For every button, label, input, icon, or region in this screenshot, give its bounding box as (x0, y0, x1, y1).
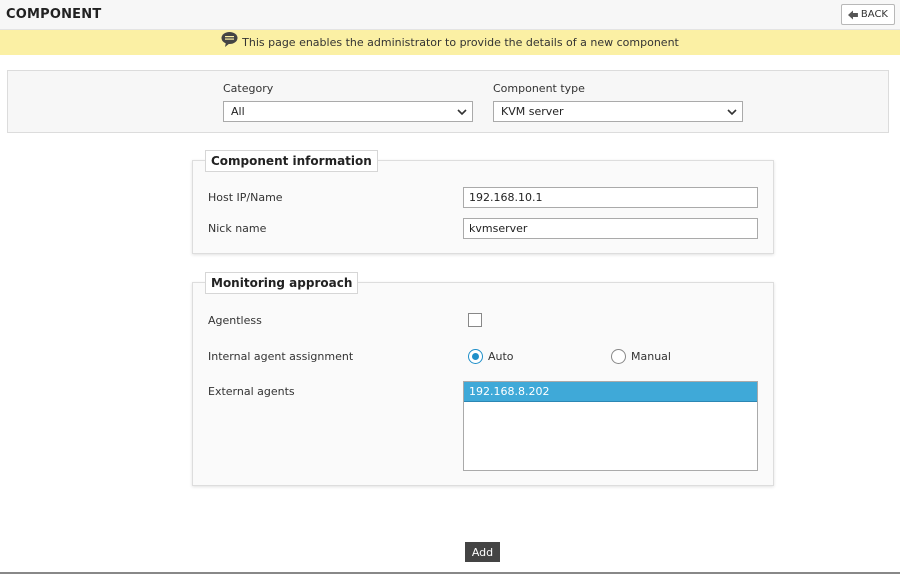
radio-manual-indicator[interactable] (611, 349, 626, 364)
nick-name-label: Nick name (208, 222, 267, 235)
component-type-label: Component type (493, 82, 585, 95)
radio-manual[interactable]: Manual (611, 349, 671, 364)
radio-auto[interactable]: Auto (468, 349, 514, 364)
agentless-label: Agentless (208, 314, 262, 327)
info-bar: This page enables the administrator to p… (0, 30, 900, 55)
back-button-label: BACK (860, 9, 888, 20)
category-label: Category (223, 82, 274, 95)
info-message: This page enables the administrator to p… (242, 36, 679, 49)
host-ip-label: Host IP/Name (208, 191, 283, 204)
category-selected-value: All (231, 105, 245, 118)
page-title: COMPONENT (6, 7, 102, 22)
list-item[interactable]: 192.168.8.202 (464, 382, 757, 402)
external-agents-label: External agents (208, 385, 295, 398)
component-information-group: Component information Host IP/Name Nick … (192, 150, 774, 254)
radio-manual-label: Manual (631, 350, 671, 363)
radio-auto-label: Auto (488, 350, 514, 363)
back-button[interactable]: BACK (841, 4, 895, 25)
radio-auto-indicator[interactable] (468, 349, 483, 364)
agentless-checkbox[interactable] (468, 313, 482, 327)
speech-bubble-icon (221, 32, 238, 47)
component-type-selected-value: KVM server (501, 105, 564, 118)
host-ip-input[interactable] (463, 187, 758, 208)
monitoring-approach-group: Monitoring approach Agentless Internal a… (192, 272, 774, 486)
page-header: COMPONENT BACK (0, 0, 900, 30)
component-type-select[interactable]: KVM server (493, 101, 743, 122)
internal-agent-assignment-label: Internal agent assignment (208, 350, 354, 363)
nick-name-input[interactable] (463, 218, 758, 239)
chevron-down-icon (727, 109, 737, 116)
monitoring-approach-legend: Monitoring approach (205, 272, 359, 294)
add-button[interactable]: Add (465, 542, 500, 562)
chevron-down-icon (457, 109, 467, 116)
component-information-legend: Component information (205, 150, 378, 172)
filter-panel: Category All Component type KVM server (7, 70, 889, 133)
back-arrow-icon (848, 10, 858, 19)
external-agents-listbox[interactable]: 192.168.8.202 (463, 381, 758, 471)
category-select[interactable]: All (223, 101, 473, 122)
